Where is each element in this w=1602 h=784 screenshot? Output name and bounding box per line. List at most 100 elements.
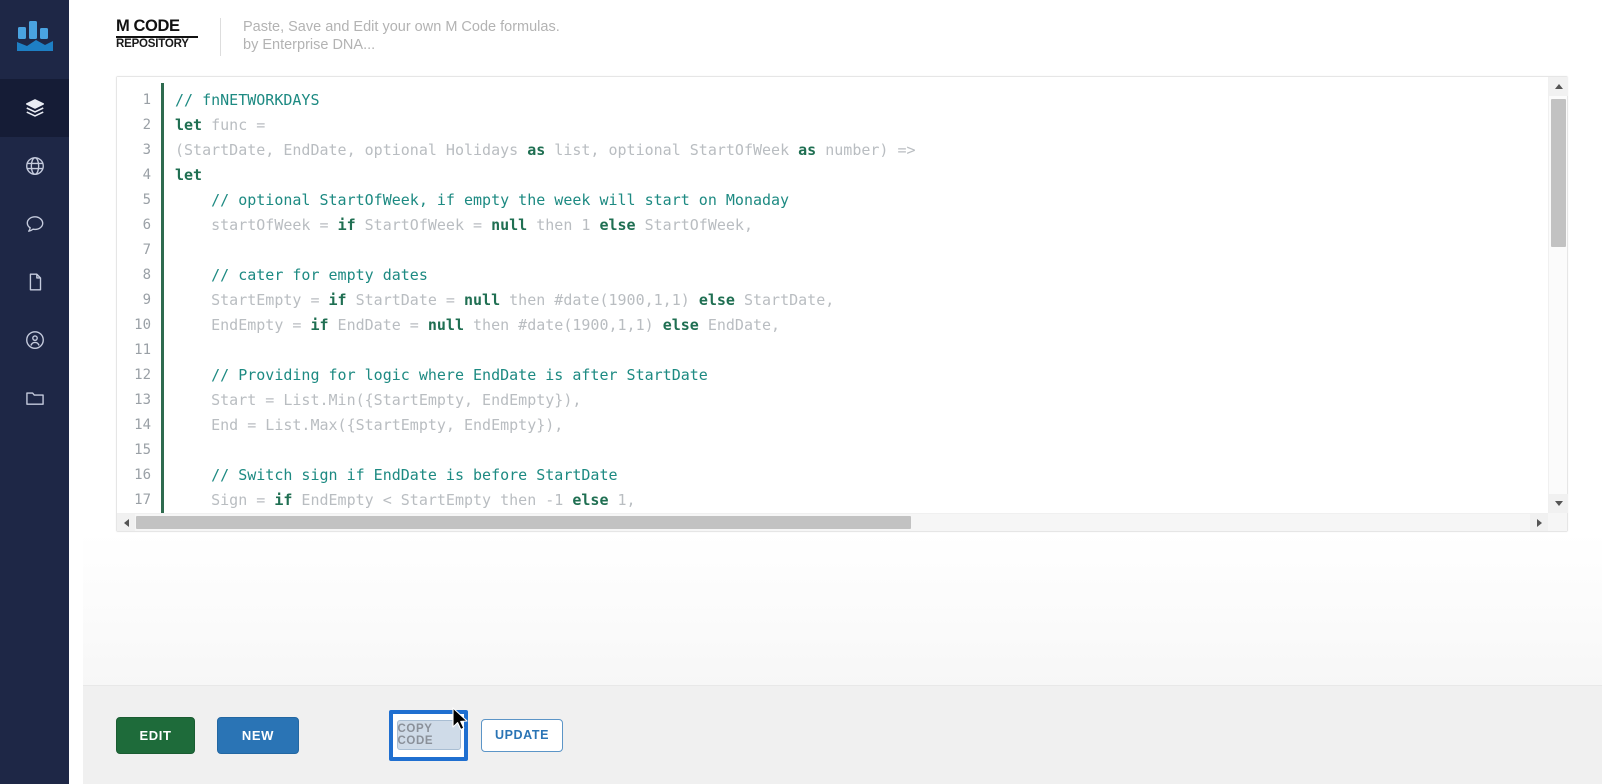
main-content: M CODE REPOSITORY Paste, Save and Edit y… (69, 0, 1602, 784)
code-token: // Providing for logic where EndDate is … (175, 366, 708, 384)
code-token: func = (202, 116, 266, 134)
sidebar-item-account[interactable] (0, 311, 69, 369)
line-number: 11 (134, 342, 151, 358)
scroll-right-button[interactable] (1530, 514, 1548, 531)
line-number: 12 (134, 367, 151, 383)
line-number: 7 (142, 242, 151, 258)
code-token: StartEmpty = (175, 291, 329, 309)
application-window: M CODE REPOSITORY Paste, Save and Edit y… (0, 0, 1602, 784)
enterprise-dna-logo-icon (16, 20, 53, 51)
code-line: 3 (StartDate, EndDate, optional Holidays … (117, 138, 916, 163)
editor-horizontal-scrollbar[interactable] (117, 513, 1548, 531)
code-editor[interactable]: 1 // fnNETWORKDAYS 2 let func = 3 (StartDate,… (116, 76, 1568, 532)
code-token: // cater for empty dates (175, 266, 428, 284)
code-line: 13 Start = List.Min({StartEmpty, EndEmpt… (117, 388, 916, 413)
new-button[interactable]: NEW (217, 716, 299, 754)
sidebar-item-document[interactable] (0, 253, 69, 311)
code-token: StartOfWeek, (635, 216, 753, 234)
vertical-scrollbar-thumb[interactable] (1551, 99, 1566, 247)
layers-icon (25, 99, 44, 117)
code-token: list, optional StartOfWeek (545, 141, 799, 159)
line-number: 1 (142, 92, 151, 108)
code-line-text: let func = (161, 113, 265, 138)
code-line: 14 End = List.Max({StartEmpty, EndEmpty}… (117, 413, 916, 438)
code-line: 17 Sign = if EndEmpty < StartEmpty then … (117, 488, 916, 513)
code-token: End = List.Max({StartEmpty, EndEmpty}), (175, 416, 564, 434)
brand-logo: M CODE REPOSITORY (116, 16, 198, 50)
header-tagline: Paste, Save and Edit your own M Code for… (243, 16, 560, 54)
sidebar-item-globe[interactable] (0, 137, 69, 195)
line-number: 10 (134, 317, 151, 333)
code-token: number) => (816, 141, 916, 159)
scroll-down-button[interactable] (1549, 494, 1568, 513)
code-token: StartDate, (734, 291, 835, 309)
line-number: 9 (142, 292, 151, 308)
code-line: 9 StartEmpty = if StartDate = null then … (117, 288, 916, 313)
code-token: startOfWeek = (175, 216, 338, 234)
code-line-text: // Providing for logic where EndDate is … (161, 363, 708, 388)
code-line-text: // cater for empty dates (161, 263, 428, 288)
brand-line-two: REPOSITORY (116, 37, 189, 50)
line-number: 4 (142, 167, 151, 183)
code-line: 7 (117, 238, 916, 263)
code-line-text: (StartDate, EndDate, optional Holidays a… (161, 138, 916, 163)
code-token: null (464, 291, 501, 309)
code-line-text: Start = List.Min({StartEmpty, EndEmpty})… (161, 388, 581, 413)
scroll-up-button[interactable] (1549, 77, 1568, 96)
code-line-text: // fnNETWORKDAYS (161, 88, 320, 113)
sidebar-item-folder[interactable] (0, 369, 69, 427)
copy-code-button[interactable]: COPY CODE (396, 720, 461, 750)
line-number: 17 (134, 492, 151, 508)
app-header: M CODE REPOSITORY Paste, Save and Edit y… (83, 0, 1602, 76)
folder-icon (25, 392, 44, 405)
code-token: // fnNETWORKDAYS (175, 91, 320, 109)
update-button[interactable]: UPDATE (481, 718, 563, 752)
action-bar: EDIT NEW COPY CODE UPDATE (83, 686, 1602, 784)
code-line: 8 // cater for empty dates (117, 263, 916, 288)
edit-button[interactable]: EDIT (116, 716, 195, 754)
line-number: 3 (142, 142, 151, 158)
scrollbar-corner (1548, 513, 1567, 531)
sidebar-nav (0, 79, 69, 427)
code-line: 15 (117, 438, 916, 463)
code-line-text: Sign = if EndEmpty < StartEmpty then -1 … (161, 488, 636, 513)
code-token: else (572, 491, 609, 509)
editor-vertical-scrollbar[interactable] (1548, 77, 1568, 513)
code-token: as (527, 141, 546, 159)
sidebar-item-repository[interactable] (0, 79, 69, 137)
page-shell: M CODE REPOSITORY Paste, Save and Edit y… (83, 0, 1602, 784)
scroll-left-button[interactable] (117, 514, 135, 531)
code-token: (StartDate, EndDate, optional Holidays (175, 141, 528, 159)
code-line-text: startOfWeek = if StartOfWeek = null then… (161, 213, 753, 238)
horizontal-scrollbar-thumb[interactable] (136, 516, 911, 529)
chat-bubble-icon (26, 216, 43, 232)
code-token: then #date(1900,1,1) (464, 316, 663, 334)
line-number: 2 (142, 117, 151, 133)
code-token: let (175, 116, 203, 134)
line-number: 15 (134, 442, 151, 458)
code-token: Sign = (175, 491, 275, 509)
brand-line-one: M CODE (116, 18, 198, 38)
code-lines: 1 // fnNETWORKDAYS 2 let func = 3 (StartDate,… (117, 88, 916, 513)
line-number: 8 (142, 267, 151, 283)
code-line: 1 // fnNETWORKDAYS (117, 88, 916, 113)
code-token: StartDate = (346, 291, 464, 309)
code-token: Start = List.Min({StartEmpty, EndEmpty})… (175, 391, 582, 409)
code-line: 12 // Providing for logic where EndDate … (117, 363, 916, 388)
code-token: if (337, 216, 356, 234)
code-line-text: // optional StartOfWeek, if empty the we… (161, 188, 789, 213)
code-token: if (328, 291, 347, 309)
sidebar-item-chat[interactable] (0, 195, 69, 253)
code-token: EndEmpty < StartEmpty then -1 (292, 491, 573, 509)
code-token: if (274, 491, 293, 509)
app-logo[interactable] (0, 0, 69, 75)
code-token: let (175, 166, 203, 184)
code-token: then 1 (527, 216, 600, 234)
code-token: 1, (608, 491, 636, 509)
code-viewport[interactable]: 1 // fnNETWORKDAYS 2 let func = 3 (StartDate,… (117, 77, 1548, 513)
chevron-up-icon (1554, 84, 1563, 89)
code-token: // Switch sign if EndDate is before Star… (175, 466, 618, 484)
left-sidebar (0, 0, 69, 784)
copy-code-focus-ring: COPY CODE (389, 709, 468, 761)
code-line-text: EndEmpty = if EndDate = null then #date(… (161, 313, 780, 338)
